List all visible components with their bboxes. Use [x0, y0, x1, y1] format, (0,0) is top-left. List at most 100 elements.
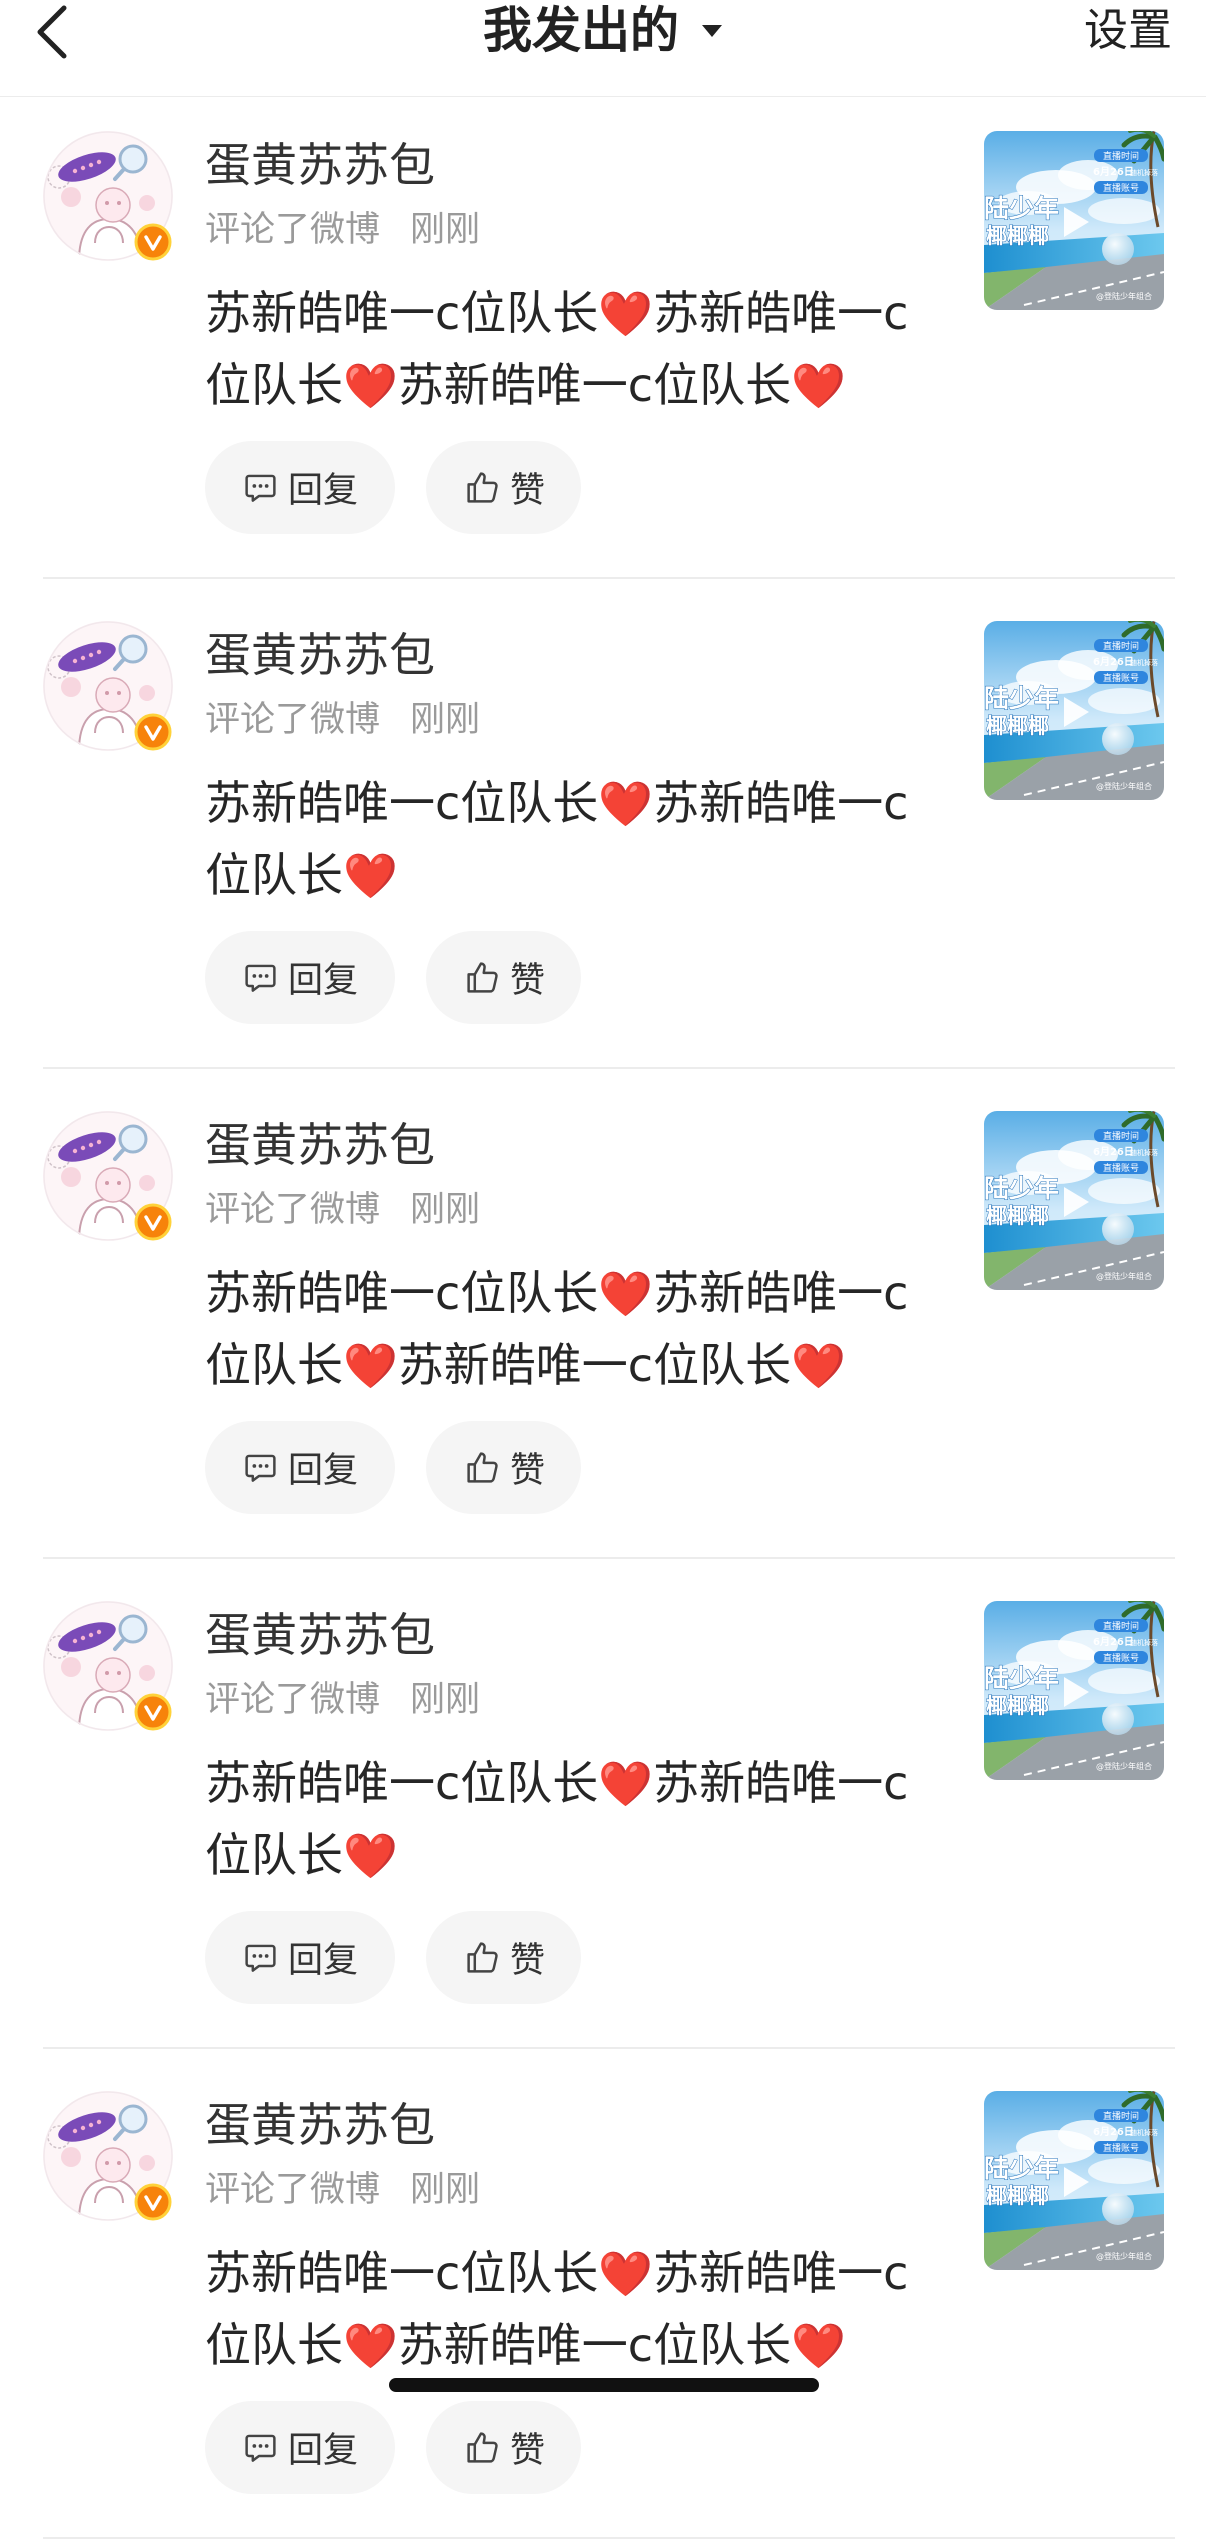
thumb-title-main: 陆少年	[984, 1174, 1059, 1203]
avatar[interactable]	[43, 131, 173, 261]
weibo-thumbnail[interactable]: 直播时间 6月26日 随机掉落 直播账号 陆少年 椰椰椰 @登陆少年组合	[984, 2091, 1164, 2270]
comment-actions: 回复 赞	[205, 1911, 581, 2004]
comment-card[interactable]: 蛋黄苏苏包 评论了微博 刚刚 苏新皓唯一c位队长❤️苏新皓唯一c位队长❤️苏新皓唯…	[0, 88, 1206, 579]
avatar[interactable]	[43, 621, 173, 751]
comment-meta: 评论了微博 刚刚	[205, 1678, 480, 1722]
action-text: 评论了微博	[205, 1190, 381, 1230]
weibo-thumbnail[interactable]: 直播时间 6月26日 随机掉落 直播账号 陆少年 椰椰椰 @登陆少年组合	[984, 1601, 1164, 1780]
action-text: 评论了微博	[205, 700, 381, 740]
heart-emoji: ❤️	[791, 361, 846, 412]
heart-emoji: ❤️	[343, 1341, 398, 1392]
video-cover-image: 直播时间 6月26日 随机掉落 直播账号 陆少年 椰椰椰 @登陆少年组合	[984, 1111, 1164, 1290]
comment-actions: 回复 赞	[205, 2401, 581, 2494]
like-label: 赞	[510, 1941, 546, 1981]
page-title[interactable]: 我发出的	[483, 0, 679, 62]
thumb-title-main: 陆少年	[984, 684, 1059, 713]
author-name[interactable]: 蛋黄苏苏包	[205, 2097, 435, 2153]
weibo-thumbnail[interactable]: 直播时间 6月26日 随机掉落 直播账号 陆少年 椰椰椰 @登陆少年组合	[984, 621, 1164, 800]
verified-badge-icon	[134, 1693, 172, 1731]
thumb-tag-account: 直播账号	[1103, 2142, 1139, 2154]
reply-button[interactable]: 回复	[205, 441, 395, 534]
timestamp: 刚刚	[410, 700, 481, 740]
heart-emoji: ❤️	[791, 1341, 846, 1392]
reply-label: 回复	[288, 471, 359, 511]
comment-card[interactable]: 蛋黄苏苏包 评论了微博 刚刚 苏新皓唯一c位队长❤️苏新皓唯一c位队长❤️苏新皓唯…	[0, 2048, 1206, 2539]
heart-emoji: ❤️	[343, 2321, 398, 2372]
reply-button[interactable]: 回复	[205, 2401, 395, 2494]
thumb-tag-account: 直播账号	[1103, 182, 1139, 194]
weibo-thumbnail[interactable]: 直播时间 6月26日 随机掉落 直播账号 陆少年 椰椰椰 @登陆少年组合	[984, 1111, 1164, 1290]
heart-emoji: ❤️	[598, 779, 654, 830]
like-button[interactable]: 赞	[426, 2401, 581, 2494]
heart-emoji: ❤️	[598, 2249, 654, 2300]
home-indicator[interactable]	[389, 2378, 819, 2392]
comment-text: 苏新皓唯一c位队长❤️苏新皓唯一c位队长❤️苏新皓唯一c位队长❤️	[205, 2246, 909, 2372]
card-divider	[43, 2537, 1175, 2539]
comment-card[interactable]: 蛋黄苏苏包 评论了微博刚刚 苏新皓唯一c位队长❤️苏新皓唯一c位队长❤️ 回复	[0, 1558, 1206, 2049]
caret-down-icon[interactable]	[701, 23, 723, 39]
author-name[interactable]: 蛋黄苏苏包	[205, 1117, 435, 1173]
thumb-tag-time: 直播时间	[1103, 640, 1139, 652]
thumb-title-sub: 椰椰椰	[986, 1694, 1049, 1718]
thumb-credit: @登陆少年组合	[1096, 2251, 1152, 2261]
avatar[interactable]	[43, 1601, 173, 1731]
comment-card[interactable]: 蛋黄苏苏包 评论了微博刚刚 苏新皓唯一c位队长❤️苏新皓唯一c位队长❤️ 回复	[0, 578, 1206, 1069]
reply-label: 回复	[288, 1451, 359, 1491]
author-name[interactable]: 蛋黄苏苏包	[205, 627, 435, 683]
comment-meta: 评论了微博 刚刚	[205, 208, 480, 252]
thumb-tag-account: 直播账号	[1103, 1162, 1139, 1174]
comment-actions: 回复 赞	[205, 931, 581, 1024]
thumb-title-sub: 椰椰椰	[986, 224, 1049, 248]
thumb-date: 6月26日	[1093, 1636, 1134, 1648]
like-button[interactable]: 赞	[426, 1421, 581, 1514]
comment-meta: 评论了微博 刚刚	[205, 1188, 480, 1232]
heart-emoji: ❤️	[343, 361, 398, 412]
thumb-tag-account: 直播账号	[1103, 672, 1139, 684]
like-label: 赞	[510, 2431, 546, 2471]
top-nav-bar: 我发出的 设置	[0, 0, 1206, 97]
video-cover-image: 直播时间 6月26日 随机掉落 直播账号 陆少年 椰椰椰 @登陆少年组合	[984, 131, 1164, 310]
thumb-credit: @登陆少年组合	[1096, 781, 1152, 791]
timestamp: 刚刚	[410, 2170, 481, 2210]
comment-icon	[245, 474, 276, 502]
reply-button[interactable]: 回复	[205, 1421, 395, 1514]
author-name[interactable]: 蛋黄苏苏包	[205, 1607, 435, 1663]
comment-text: 苏新皓唯一c位队长❤️苏新皓唯一c位队长❤️	[205, 776, 909, 902]
timestamp: 刚刚	[410, 210, 481, 250]
reply-button[interactable]: 回复	[205, 1911, 395, 2004]
video-cover-image: 直播时间 6月26日 随机掉落 直播账号 陆少年 椰椰椰 @登陆少年组合	[984, 2091, 1164, 2270]
thumb-title-main: 陆少年	[984, 194, 1059, 223]
action-text: 评论了微博	[205, 1680, 381, 1720]
heart-emoji: ❤️	[598, 1269, 654, 1320]
thumb-tag-time: 直播时间	[1103, 1130, 1139, 1142]
timestamp: 刚刚	[410, 1190, 481, 1230]
like-label: 赞	[510, 471, 546, 511]
comment-meta: 评论了微博 刚刚	[205, 698, 480, 742]
reply-button[interactable]: 回复	[205, 931, 395, 1024]
heart-emoji: ❤️	[791, 2321, 846, 2372]
like-button[interactable]: 赞	[426, 931, 581, 1024]
comment-actions: 回复 赞	[205, 441, 581, 534]
like-button[interactable]: 赞	[426, 1911, 581, 2004]
verified-badge-icon	[134, 1203, 172, 1241]
avatar[interactable]	[43, 2091, 173, 2221]
heart-emoji: ❤️	[598, 289, 654, 340]
settings-button[interactable]: 设置	[1084, 0, 1172, 62]
thumb-date-note: 随机掉落	[1130, 1148, 1158, 1157]
comment-icon	[245, 2434, 276, 2462]
thumb-tag-time: 直播时间	[1103, 2110, 1139, 2122]
action-text: 评论了微博	[205, 210, 381, 250]
comment-card[interactable]: 蛋黄苏苏包 评论了微博 刚刚 苏新皓唯一c位队长❤️苏新皓唯一c位队长❤️苏新皓唯…	[0, 1068, 1206, 1559]
like-label: 赞	[510, 1451, 546, 1491]
author-name[interactable]: 蛋黄苏苏包	[205, 137, 435, 193]
like-button[interactable]: 赞	[426, 441, 581, 534]
weibo-thumbnail[interactable]: 直播时间 6月26日 随机掉落 直播账号 陆少年 椰椰椰 @登陆少年组合	[984, 131, 1164, 310]
video-cover-image: 直播时间 6月26日 随机掉落 直播账号 陆少年 椰椰椰 @登陆少年组合	[984, 1601, 1164, 1780]
heart-emoji: ❤️	[343, 1831, 398, 1882]
comment-actions: 回复 赞	[205, 1421, 581, 1514]
comment-icon	[245, 1454, 276, 1482]
avatar[interactable]	[43, 1111, 173, 1241]
verified-badge-icon	[134, 713, 172, 751]
action-text: 评论了微博	[205, 2170, 381, 2210]
title-dropdown[interactable]: 我发出的	[0, 0, 1206, 62]
